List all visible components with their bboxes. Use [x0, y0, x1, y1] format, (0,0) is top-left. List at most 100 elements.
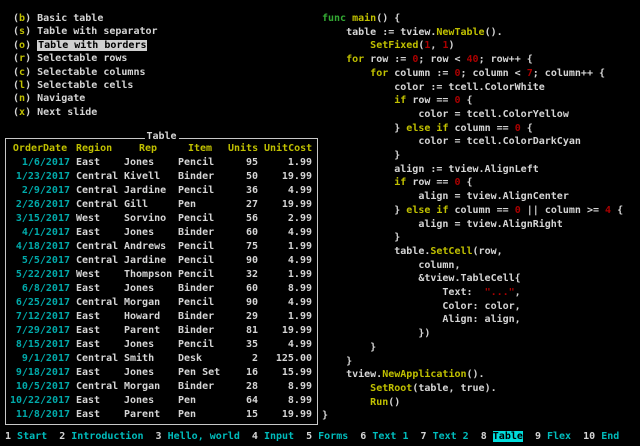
- status-item-1[interactable]: 1 Start: [5, 431, 47, 442]
- code-segment: }): [322, 328, 430, 339]
- code-segment: || column >=: [521, 205, 605, 216]
- menu-item-paren: ): [25, 26, 37, 37]
- table-panel[interactable]: Table OrderDateRegionRepItemUnitsUnitCos…: [5, 138, 318, 425]
- table-cell: 125.00: [264, 352, 312, 366]
- table-cell: 1/23/2017: [10, 170, 70, 184]
- status-item-6[interactable]: 6 Text 1: [360, 431, 408, 442]
- table-cell: Binder: [178, 170, 222, 184]
- menu-item-n[interactable]: (n) Navigate: [13, 92, 158, 105]
- code-segment: row :=: [364, 54, 412, 65]
- menu-item-r[interactable]: (r) Selectable rows: [13, 52, 158, 65]
- table-cell: 1.99: [264, 310, 312, 324]
- table-header-cell: UnitCost: [264, 142, 312, 156]
- table-cell: Morgan: [124, 296, 172, 310]
- status-item-5[interactable]: 5 Forms: [306, 431, 348, 442]
- code-segment: column :=: [388, 68, 454, 79]
- code-line: }: [322, 355, 623, 369]
- table-cell: 10/22/2017: [10, 394, 70, 408]
- table-header-cell: Units: [228, 142, 258, 156]
- table-cell: Central: [76, 296, 118, 310]
- status-item-9[interactable]: 9 Flex: [535, 431, 571, 442]
- status-item-number: 1: [5, 431, 17, 442]
- menu-item-paren: ): [25, 53, 37, 64]
- code-line: SetFixed(1, 1): [322, 39, 623, 53]
- table-cell: East: [76, 226, 118, 240]
- status-item-2[interactable]: 2 Introduction: [59, 431, 143, 442]
- code-line: if row == 0 {: [322, 176, 623, 190]
- table-cell: 1.99: [264, 268, 312, 282]
- code-segment: if: [436, 123, 448, 134]
- table-cell: 6/25/2017: [10, 296, 70, 310]
- table-cell: East: [76, 394, 118, 408]
- menu-item-x[interactable]: (x) Next slide: [13, 106, 158, 119]
- code-line: table.SetCell(row,: [322, 245, 623, 259]
- code-segment: ,: [430, 40, 442, 51]
- table-cell: 8.99: [264, 282, 312, 296]
- table-cell: 64: [228, 394, 258, 408]
- table-cell: Central: [76, 352, 118, 366]
- table-cell: 28: [228, 380, 258, 394]
- status-item-10[interactable]: 10 End: [583, 431, 619, 442]
- code-segment: [322, 68, 370, 79]
- table-cell: 8.99: [264, 394, 312, 408]
- table-cell: Central: [76, 184, 118, 198]
- table-cell: 19.99: [264, 170, 312, 184]
- status-item-label: End: [601, 431, 619, 442]
- menu-item-label: Navigate: [37, 93, 85, 104]
- status-item-number: 3: [156, 431, 168, 442]
- table-cell: 10/5/2017: [10, 380, 70, 394]
- table-cell: 27: [228, 198, 258, 212]
- code-segment: }: [322, 150, 400, 161]
- code-line: if row == 0 {: [322, 94, 623, 108]
- code-segment: Align: align,: [322, 314, 521, 325]
- code-segment: color = tcell.ColorYellow: [322, 109, 569, 120]
- menu-item-c[interactable]: (c) Selectable columns: [13, 66, 158, 79]
- menu-item-l[interactable]: (l) Selectable cells: [13, 79, 158, 92]
- table-row: 2/9/2017CentralJardinePencil364.99: [10, 184, 313, 198]
- table-cell: 16: [228, 366, 258, 380]
- code-line: align = tview.AlignCenter: [322, 190, 623, 204]
- menu-item-paren: ): [25, 107, 37, 118]
- table-row: 4/1/2017EastJonesBinder604.99: [10, 226, 313, 240]
- status-item-label: Flex: [547, 431, 571, 442]
- code-segment: Run: [370, 397, 388, 408]
- status-item-7[interactable]: 7 Text 2: [421, 431, 469, 442]
- table-cell: Pencil: [178, 184, 222, 198]
- table-cell: Central: [76, 380, 118, 394]
- menu-item-paren: ): [25, 93, 37, 104]
- menu-item-paren: ): [25, 67, 37, 78]
- code-segment: SetRoot: [370, 383, 412, 394]
- code-segment: SetFixed: [370, 40, 418, 51]
- code-segment: column ==: [448, 205, 514, 216]
- table-header-cell: Item: [178, 142, 222, 156]
- code-segment: else: [406, 123, 430, 134]
- menu-item-b[interactable]: (b) Basic table: [13, 12, 158, 25]
- status-item-8[interactable]: 8 Table: [481, 431, 523, 442]
- table-cell: Jones: [124, 338, 172, 352]
- table-cell: 4.99: [264, 338, 312, 352]
- table-cell: 75: [228, 240, 258, 254]
- code-line: tview.NewApplication().: [322, 368, 623, 382]
- table-cell: 15: [228, 408, 258, 422]
- status-item-4[interactable]: 4 Input: [252, 431, 294, 442]
- code-segment: ().: [467, 369, 485, 380]
- code-segment: if: [394, 95, 406, 106]
- table-cell: Jones: [124, 156, 172, 170]
- table-cell: Pen: [178, 408, 222, 422]
- code-line: color = tcell.ColorYellow: [322, 108, 623, 122]
- status-item-3[interactable]: 3 Hello, world: [156, 431, 240, 442]
- table-cell: Howard: [124, 310, 172, 324]
- table-cell: 60: [228, 282, 258, 296]
- table-cell: Binder: [178, 310, 222, 324]
- code-segment: if: [394, 177, 406, 188]
- table-cell: 2/26/2017: [10, 198, 70, 212]
- table-header-cell: Region: [76, 142, 118, 156]
- table-cell: 2.99: [264, 212, 312, 226]
- code-segment: {: [521, 123, 533, 134]
- menu-item-label: Basic table: [37, 13, 103, 24]
- menu-item-o[interactable]: (o) Table with borders: [13, 39, 158, 52]
- code-line: Run(): [322, 396, 623, 410]
- table-cell: 4/18/2017: [10, 240, 70, 254]
- table-cell: 19.99: [264, 324, 312, 338]
- menu-item-s[interactable]: (s) Table with separator: [13, 25, 158, 38]
